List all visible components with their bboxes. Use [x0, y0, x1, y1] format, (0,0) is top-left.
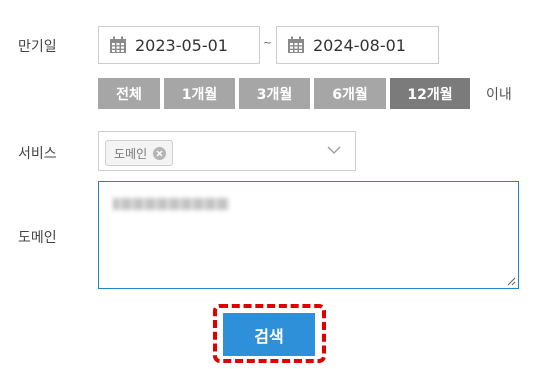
start-date-input[interactable]: 2023-05-01	[98, 26, 260, 64]
calendar-icon	[110, 36, 126, 53]
remove-icon[interactable]	[153, 146, 167, 160]
service-select[interactable]: 도메인	[98, 131, 356, 171]
calendar-icon	[288, 36, 304, 53]
service-chip: 도메인	[105, 140, 174, 166]
domain-label: 도메인	[18, 230, 57, 246]
period-button-3-months[interactable]: 3개월	[239, 78, 310, 109]
end-date-value: 2024-08-01	[313, 35, 406, 55]
domain-textarea[interactable]	[98, 181, 519, 289]
start-date-value: 2023-05-01	[135, 35, 228, 55]
period-button-12-months[interactable]: 12개월	[390, 78, 470, 109]
search-button[interactable]: 검색	[223, 313, 315, 356]
period-suffix-label: 이내	[486, 87, 512, 103]
period-button-6-months[interactable]: 6개월	[314, 78, 386, 109]
period-button-1-month[interactable]: 1개월	[164, 78, 235, 109]
resize-handle-icon[interactable]	[506, 276, 516, 286]
expiry-date-label: 만기일	[18, 39, 57, 55]
service-label: 서비스	[18, 146, 57, 162]
blurred-domain-text	[113, 198, 229, 210]
date-range-separator: ~	[263, 36, 273, 49]
service-chip-label: 도메인	[114, 146, 148, 161]
end-date-input[interactable]: 2024-08-01	[276, 26, 439, 64]
period-button-all[interactable]: 전체	[98, 78, 160, 109]
chevron-down-icon[interactable]	[327, 146, 341, 155]
